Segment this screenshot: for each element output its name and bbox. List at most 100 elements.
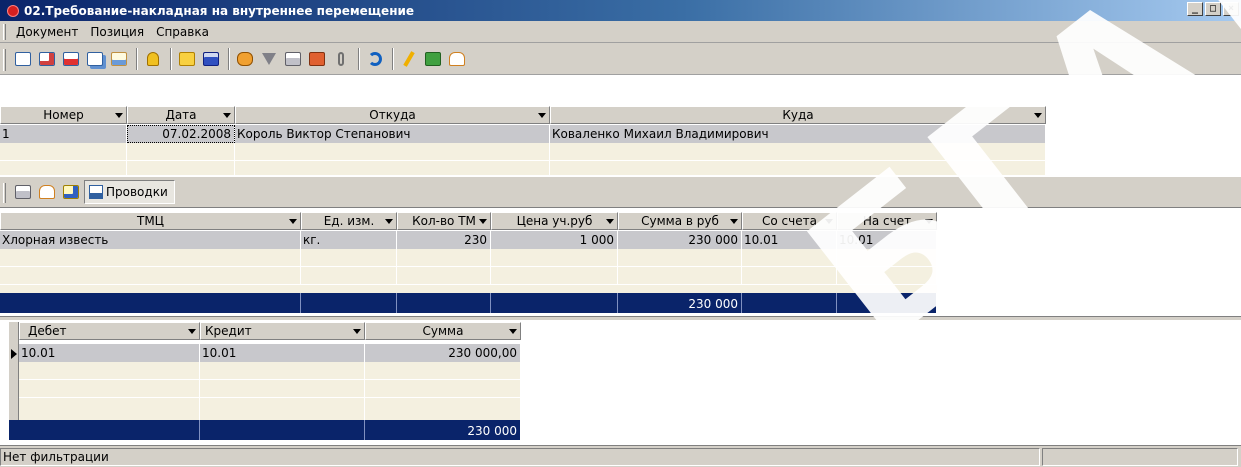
total-cell — [200, 420, 365, 440]
chevron-down-icon[interactable] — [538, 113, 546, 118]
chevron-down-icon[interactable] — [479, 219, 487, 224]
menu-help[interactable]: Справка — [150, 25, 215, 39]
table-row-empty — [0, 143, 1046, 161]
current-row-marker-icon — [11, 349, 17, 359]
print-icon[interactable] — [282, 48, 304, 70]
chevron-down-icon[interactable] — [385, 219, 393, 224]
col-header-number[interactable]: Номер — [0, 106, 127, 124]
toolbar-separator — [392, 47, 394, 70]
empty-cell — [365, 362, 521, 380]
stamp-icon[interactable] — [306, 48, 328, 70]
minimize-button[interactable]: _ — [1187, 2, 1203, 16]
chevron-down-icon[interactable] — [606, 219, 614, 224]
toolbar-separator — [358, 47, 360, 70]
menu-position[interactable]: Позиция — [84, 25, 150, 39]
edit-doc-icon[interactable] — [60, 181, 82, 203]
book-icon[interactable] — [446, 48, 468, 70]
new-doc-icon[interactable] — [12, 48, 34, 70]
splitter[interactable] — [0, 316, 1241, 320]
table-row[interactable]: 10.01 10.01 230 000,00 — [19, 344, 521, 362]
table-row-empty — [0, 285, 937, 293]
refresh-icon[interactable] — [364, 48, 386, 70]
empty-cell — [618, 267, 742, 285]
window-title: 02.Требование-накладная на внутреннее пе… — [24, 3, 415, 18]
entry-sum: 230 000,00 — [365, 344, 521, 362]
col-header-entry-sum[interactable]: Сумма — [365, 322, 521, 340]
chevron-down-icon[interactable] — [825, 219, 833, 224]
col-header-date[interactable]: Дата — [127, 106, 235, 124]
table-row[interactable]: 1 07.02.2008 Король Виктор Степанович Ко… — [0, 125, 1046, 143]
book-icon[interactable] — [36, 181, 58, 203]
chevron-down-icon[interactable] — [925, 219, 933, 224]
chevron-down-icon[interactable] — [115, 113, 123, 118]
doc-date[interactable]: 07.02.2008 — [127, 125, 235, 143]
chevron-down-icon[interactable] — [289, 219, 297, 224]
find-icon[interactable] — [234, 48, 256, 70]
app-icon — [6, 4, 20, 18]
positions-total-sum: 230 000 — [618, 293, 742, 313]
empty-cell — [127, 143, 235, 161]
open-folder-icon[interactable] — [176, 48, 198, 70]
entries-grid: Дебет Кредит Сумма 10.01 10.01 230 000,0… — [9, 322, 1241, 440]
print-icon[interactable] — [12, 181, 34, 203]
chevron-down-icon[interactable] — [188, 329, 196, 334]
col-header-price[interactable]: Цена уч.руб — [491, 212, 618, 230]
table-row[interactable]: Хлорная известь кг. 230 1 000 230 000 10… — [0, 231, 937, 249]
doc-number: 1 — [0, 125, 127, 143]
col-header-debit[interactable]: Дебет — [19, 322, 200, 340]
status-bar: Нет фильтрации — [0, 445, 1241, 467]
pos-unit: кг. — [301, 231, 397, 249]
toolbar-separator — [170, 47, 172, 70]
delete-doc-icon[interactable] — [60, 48, 82, 70]
pos-price: 1 000 — [491, 231, 618, 249]
chevron-down-icon[interactable] — [730, 219, 738, 224]
empty-cell — [491, 267, 618, 285]
empty-cell — [742, 249, 837, 267]
close-button[interactable]: × — [1223, 2, 1239, 16]
mail-doc-icon[interactable] — [108, 48, 130, 70]
chevron-down-icon[interactable] — [509, 329, 517, 334]
col-header-qty[interactable]: Кол-во ТМ — [397, 212, 491, 230]
col-header-credit[interactable]: Кредит — [200, 322, 365, 340]
save-icon[interactable] — [200, 48, 222, 70]
menu-document[interactable]: Документ — [10, 25, 84, 39]
total-cell — [491, 293, 618, 313]
toolbar-grip[interactable] — [3, 183, 6, 203]
empty-cell — [0, 143, 127, 161]
pos-from-account: 10.01 — [742, 231, 837, 249]
toolbar-grip[interactable] — [3, 49, 6, 71]
filter-icon[interactable] — [258, 48, 280, 70]
money-icon[interactable] — [422, 48, 444, 70]
menu-bar: Документ Позиция Справка — [0, 21, 1241, 43]
col-header-to-account[interactable]: На счет — [837, 212, 937, 230]
col-header-tmc[interactable]: ТМЦ — [0, 212, 301, 230]
filter-status: Нет фильтрации — [0, 448, 1040, 466]
chevron-down-icon[interactable] — [223, 113, 231, 118]
empty-cell — [127, 161, 235, 175]
col-header-unit[interactable]: Ед. изм. — [301, 212, 397, 230]
chevron-down-icon[interactable] — [1034, 113, 1042, 118]
status-panel — [1042, 448, 1238, 466]
attach-icon[interactable] — [330, 48, 352, 70]
empty-cell — [19, 362, 200, 380]
menu-grip[interactable] — [3, 24, 6, 40]
edit-doc-icon[interactable] — [36, 48, 58, 70]
chevron-down-icon[interactable] — [353, 329, 361, 334]
empty-cell — [491, 249, 618, 267]
table-row-empty — [19, 398, 521, 420]
col-header-from-account[interactable]: Со счета — [742, 212, 837, 230]
copy-doc-icon[interactable] — [84, 48, 106, 70]
lock-icon[interactable] — [142, 48, 164, 70]
col-header-to[interactable]: Куда — [550, 106, 1046, 124]
provodki-button[interactable]: Проводки — [84, 180, 175, 204]
maximize-button[interactable]: □ — [1205, 2, 1221, 16]
execute-icon[interactable] — [398, 48, 420, 70]
total-cell — [397, 293, 491, 313]
table-row-empty — [19, 380, 521, 398]
entry-debit: 10.01 — [19, 344, 200, 362]
empty-cell — [200, 380, 365, 398]
col-header-from[interactable]: Откуда — [235, 106, 550, 124]
col-header-sum[interactable]: Сумма в руб — [618, 212, 742, 230]
totals-row: 230 000 — [9, 420, 521, 440]
doc-to: Коваленко Михаил Владимирович — [550, 125, 1046, 143]
